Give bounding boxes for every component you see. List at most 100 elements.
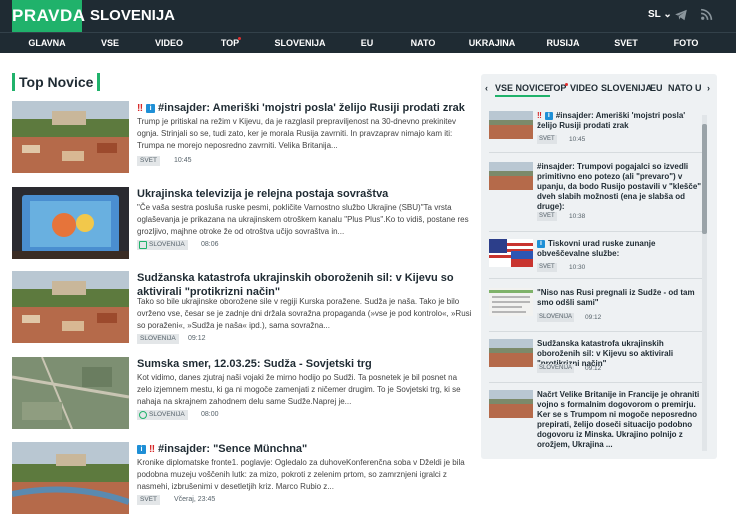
nav-svet[interactable]: SVET [614, 33, 638, 53]
nav-ukrajina[interactable]: UKRAJINA [469, 33, 516, 53]
exclamation-icon: ‼ [537, 111, 542, 120]
top-bar: PRAVDA SLOVENIJA SL ⌄ [0, 0, 736, 32]
nav-vse[interactable]: VSE [101, 33, 119, 53]
info-icon: i [137, 445, 146, 454]
new-dot [238, 37, 241, 40]
category-tag[interactable]: SVET [537, 212, 557, 221]
article-card[interactable]: ‼ i #insajder: Ameriški 'mojstri posla' že… [12, 101, 472, 176]
news-thumb[interactable] [489, 288, 533, 316]
nav-rusija[interactable]: RUSIJA [546, 33, 579, 53]
news-time: 10:30 [569, 264, 586, 271]
country-title[interactable]: SLOVENIJA [90, 0, 175, 32]
nav-eu[interactable]: EU [361, 33, 374, 53]
news-sidebar: ‹ VSE NOVICE TOP VIDEO SLOVENIJA EU NATO… [481, 74, 717, 459]
article-card[interactable]: Sudžanska katastrofa ukrajinskih oborože… [12, 271, 472, 346]
news-thumb[interactable] [489, 162, 533, 190]
news-title[interactable]: ‼ i #insajder: Ameriški 'mojstri posla' že… [537, 111, 705, 131]
article-time: 09:12 [188, 335, 206, 342]
nav-video[interactable]: VIDEO [155, 33, 183, 53]
category-tag[interactable]: SLOVENIJA [537, 313, 575, 322]
category-tag[interactable]: SLOVENIJA [537, 364, 575, 373]
sidebar-news-item[interactable]: "Niso nas Rusi pregnali iz Sudže - od ta… [489, 288, 705, 332]
nav-top[interactable]: TOP [221, 33, 239, 53]
article-excerpt: Trump je pritiskal na režim v Kijevu, da… [137, 117, 456, 150]
article-title[interactable]: Ukrajinska televizija je relejna postaja… [137, 187, 472, 201]
article-title[interactable]: i ‼ #insajder: "Sence Münchna" [137, 442, 472, 457]
article-time: 08:06 [201, 241, 219, 248]
article-excerpt: Tako so bile ukrajinske oborožene sile v… [137, 297, 472, 330]
category-tag[interactable]: SVET [537, 135, 557, 144]
info-icon: i [146, 104, 156, 113]
tab-top[interactable]: TOP [548, 83, 566, 93]
video-icon [139, 241, 147, 249]
category-tag[interactable]: SLOVENIJA [137, 240, 188, 250]
tab-next-chevron-icon[interactable]: › [707, 83, 710, 93]
sidebar-news-item[interactable]: Načrt Velike Britanije in Francije je oh… [489, 390, 705, 452]
category-tag[interactable]: SVET [537, 263, 557, 272]
news-title[interactable]: i Tiskovni urad ruske zunanje obveščevaln… [537, 239, 705, 259]
news-time: 09:12 [585, 365, 602, 372]
article-image[interactable] [12, 101, 129, 173]
category-tag[interactable]: SVET [137, 495, 160, 505]
sidebar-news-item[interactable]: ‼ i #insajder: Ameriški 'mojstri posla' že… [489, 111, 705, 153]
nav-slovenija[interactable]: SLOVENIJA [274, 33, 325, 53]
article-title[interactable]: Sumska smer, 12.03.25: Sudža - Sovjetski… [137, 357, 472, 371]
sidebar-tabs: ‹ VSE NOVICE TOP VIDEO SLOVENIJA EU NATO… [481, 74, 717, 100]
news-title[interactable]: Načrt Velike Britanije in Francije je oh… [537, 390, 705, 450]
exclamation-icon: ‼ [137, 103, 144, 114]
news-time: 10:38 [569, 213, 586, 220]
tab-eu[interactable]: EU [650, 83, 663, 93]
article-time: 10:45 [174, 157, 192, 164]
category-tag[interactable]: SVET [137, 156, 160, 166]
news-title[interactable]: "Niso nas Rusi pregnali iz Sudže - od ta… [537, 288, 705, 308]
tab-nato[interactable]: NATO [668, 83, 693, 93]
scrollbar-thumb[interactable] [702, 124, 707, 234]
nav-glavna[interactable]: GLAVNA [28, 33, 65, 53]
news-title[interactable]: #insajder: Trumpovi pogajalci so izvedli… [537, 162, 705, 212]
rss-icon[interactable] [700, 8, 713, 21]
news-thumb[interactable] [489, 239, 533, 267]
article-title[interactable]: Sudžanska katastrofa ukrajinskih oborože… [137, 271, 472, 299]
article-title[interactable]: ‼ i #insajder: Ameriški 'mojstri posla' že… [137, 101, 472, 116]
article-card[interactable]: i ‼ #insajder: "Sence Münchna" Kronike dip… [12, 442, 472, 514]
news-thumb[interactable] [489, 339, 533, 367]
main-nav: GLAVNA VSE VIDEO TOP SLOVENIJA EU NATO U… [0, 32, 736, 53]
info-icon: i [537, 240, 545, 248]
article-card[interactable]: Ukrajinska televizija je relejna postaja… [12, 187, 472, 262]
article-image[interactable] [12, 442, 129, 514]
language-select[interactable]: SL ⌄ [648, 9, 672, 20]
chevron-down-icon: ⌄ [663, 9, 672, 20]
news-thumb[interactable] [489, 111, 533, 139]
article-excerpt: Kot vidimo, danes zjutraj naši vojaki že… [137, 373, 461, 406]
article-image[interactable] [12, 357, 129, 429]
video-icon [139, 411, 147, 419]
section-title: Top Novice [12, 73, 101, 91]
exclamation-icon: ‼ [149, 444, 156, 455]
article-image[interactable] [12, 271, 129, 343]
news-time: 10:45 [569, 136, 586, 143]
category-tag[interactable]: SLOVENIJA [137, 410, 188, 420]
sidebar-news-item[interactable]: Sudžanska katastrofa ukrajinskih oborože… [489, 339, 705, 383]
article-time: 08:00 [201, 411, 219, 418]
article-excerpt: "Če vaša sestra posluša ruske pesmi, pok… [137, 203, 469, 236]
sidebar-news-item[interactable]: #insajder: Trumpovi pogajalci so izvedli… [489, 162, 705, 232]
tab-vse-novice[interactable]: VSE NOVICE [495, 83, 551, 97]
site-logo[interactable]: PRAVDA [12, 0, 85, 32]
sidebar-news-item[interactable]: i Tiskovni urad ruske zunanje obveščevaln… [489, 239, 705, 279]
article-time: Včeraj, 23:45 [174, 496, 216, 503]
tab-prev-chevron-icon[interactable]: ‹ [485, 83, 488, 93]
category-tag[interactable]: SLOVENIJA [137, 334, 179, 344]
nav-foto[interactable]: FOTO [674, 33, 699, 53]
article-card[interactable]: Sumska smer, 12.03.25: Sudža - Sovjetski… [12, 357, 472, 432]
article-excerpt: Kronike diplomatske fronte1. poglavje: O… [137, 458, 465, 491]
new-dot [565, 83, 568, 86]
info-icon: i [544, 112, 553, 120]
news-time: 09:12 [585, 314, 602, 321]
news-thumb[interactable] [489, 390, 533, 418]
tab-u[interactable]: U [695, 83, 702, 93]
tab-slovenija[interactable]: SLOVENIJA [601, 83, 652, 93]
article-image[interactable] [12, 187, 129, 259]
nav-nato[interactable]: NATO [411, 33, 436, 53]
tab-video[interactable]: VIDEO [570, 83, 598, 93]
telegram-icon[interactable] [674, 8, 688, 22]
